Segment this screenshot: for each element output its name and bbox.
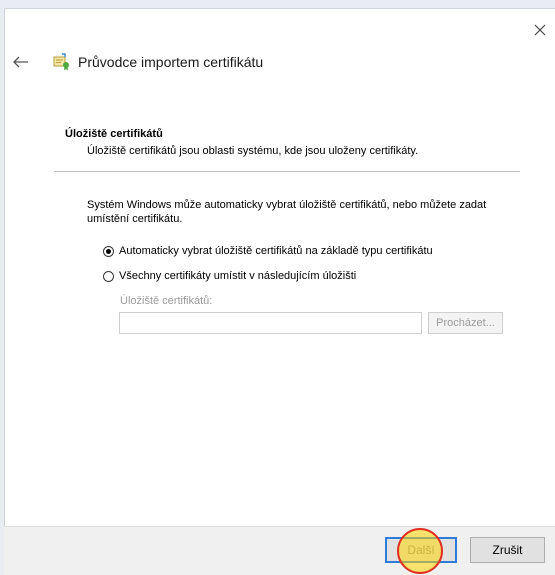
divider bbox=[54, 171, 520, 172]
close-icon bbox=[534, 24, 546, 36]
cancel-button[interactable]: Zrušit bbox=[470, 537, 545, 563]
store-field-label: Úložiště certifikátů: bbox=[120, 295, 213, 307]
back-button[interactable] bbox=[12, 55, 30, 69]
browse-button[interactable]: Procházet... bbox=[428, 312, 503, 334]
wizard-window bbox=[4, 8, 555, 575]
radio-manual-store[interactable]: Všechny certifikáty umístit v následujíc… bbox=[103, 270, 356, 282]
radio-manual-store-label: Všechny certifikáty umístit v následujíc… bbox=[119, 270, 357, 282]
close-button[interactable] bbox=[530, 20, 550, 40]
radio-auto-store[interactable]: Automaticky vybrat úložiště certifikátů … bbox=[103, 245, 433, 257]
radio-button-unselected[interactable] bbox=[103, 270, 114, 282]
section-heading: Úložiště certifikátů bbox=[65, 128, 163, 140]
store-input[interactable] bbox=[119, 312, 422, 334]
radio-auto-store-label: Automaticky vybrat úložiště certifikátů … bbox=[119, 245, 433, 257]
wizard-title: Průvodce importem certifikátu bbox=[78, 54, 264, 70]
next-button[interactable]: Další bbox=[385, 537, 457, 563]
certificate-wizard-icon bbox=[53, 53, 71, 71]
section-description: Úložiště certifikátů jsou oblasti systém… bbox=[87, 145, 419, 157]
back-arrow-icon bbox=[13, 56, 28, 68]
radio-button-selected[interactable] bbox=[103, 245, 114, 257]
info-text: Systém Windows může automaticky vybrat ú… bbox=[87, 199, 487, 225]
